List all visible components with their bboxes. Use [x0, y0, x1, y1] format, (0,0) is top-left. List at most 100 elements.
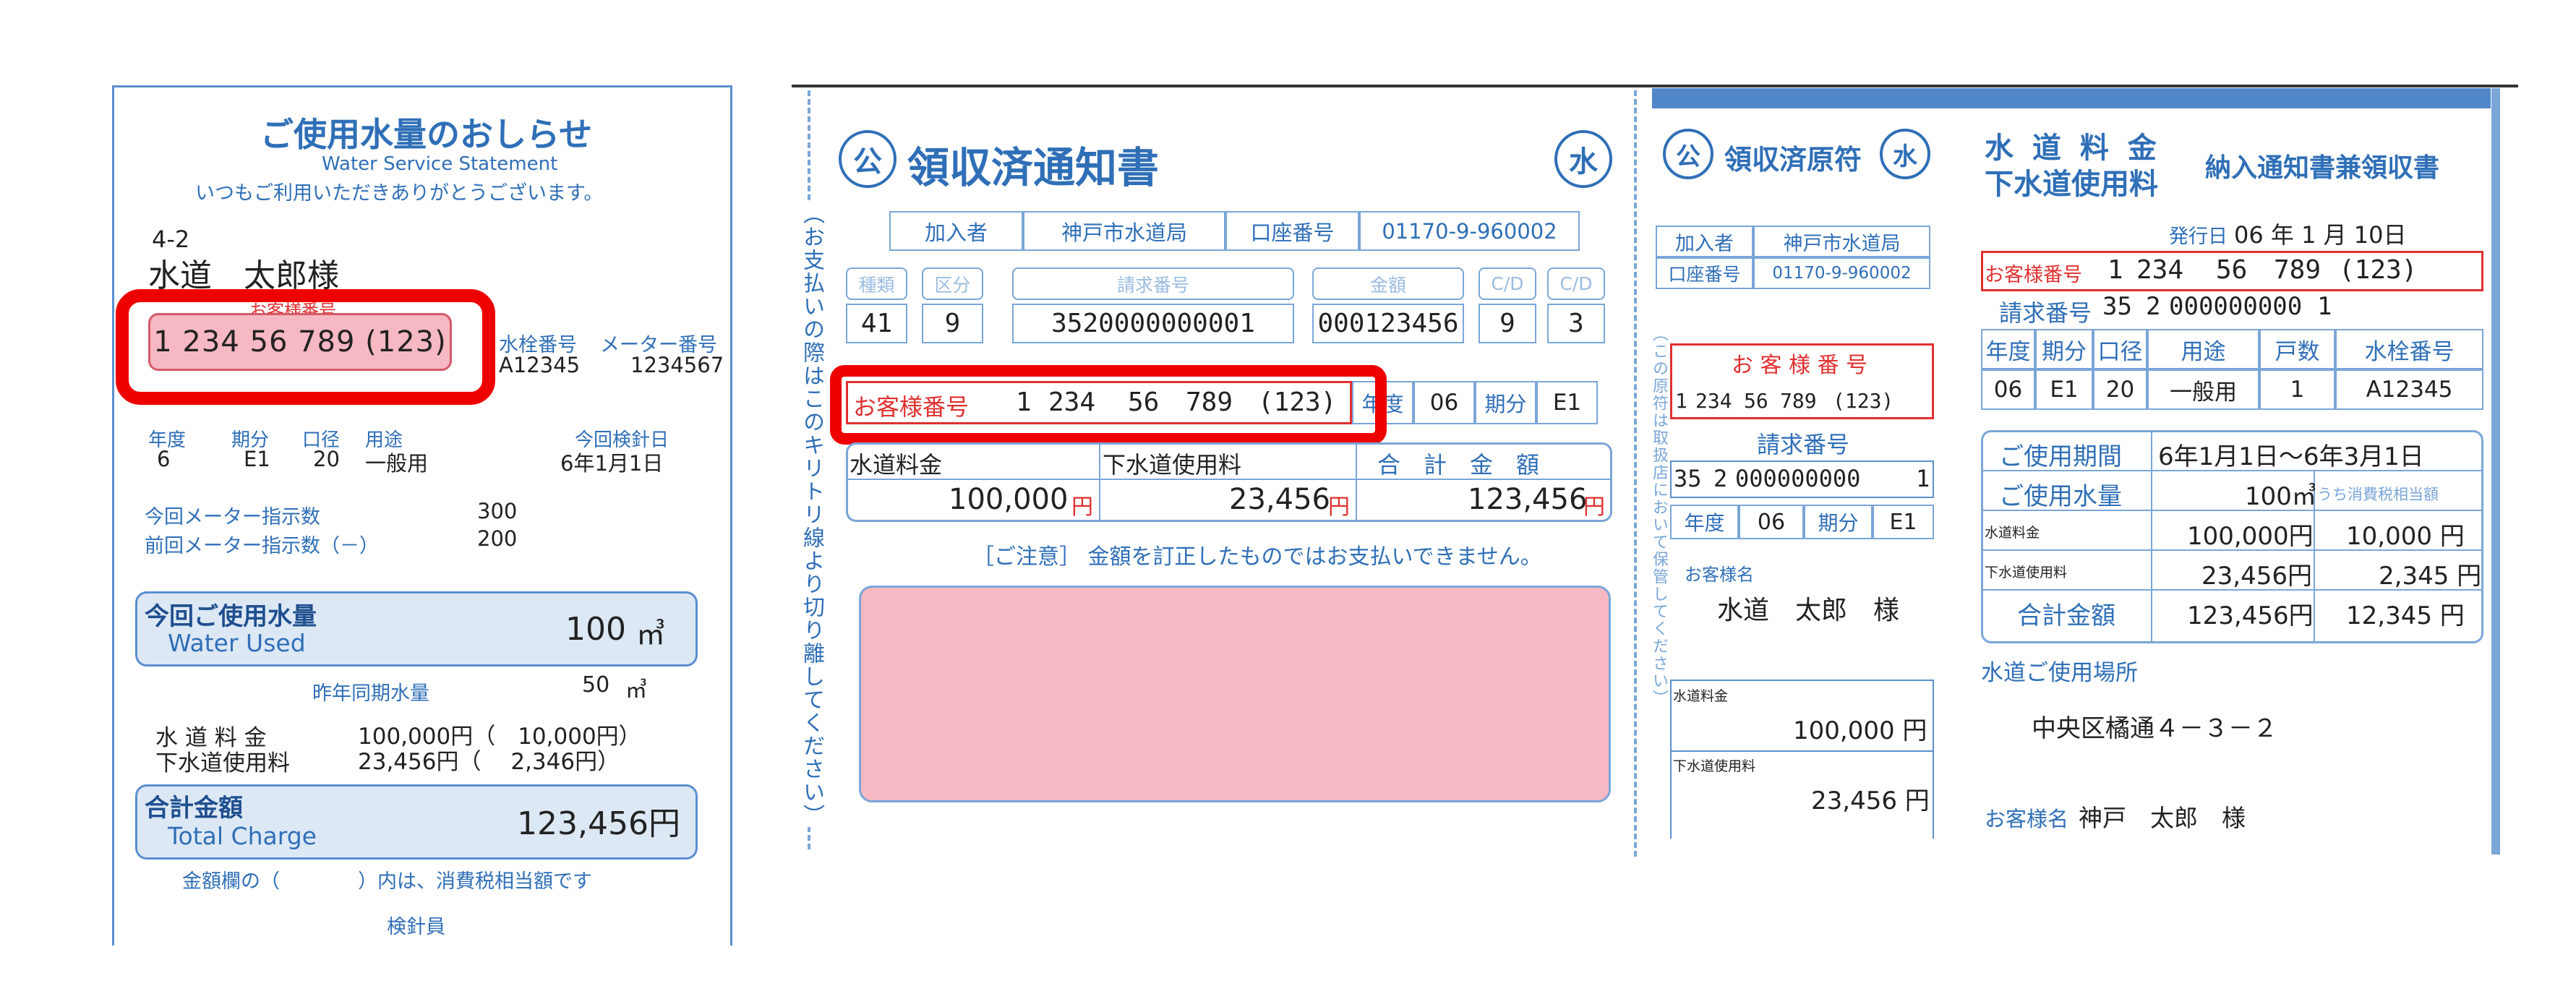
notice-title: ご使用水量のおしらせ	[260, 115, 593, 154]
stub-year-cell: 06	[1739, 505, 1804, 539]
receipt-type: 41	[860, 309, 893, 338]
receipt-water-label: 水道料金	[850, 451, 943, 479]
notice-total-value: 123,456円	[517, 805, 680, 842]
stub-cust-seg-1: 1	[1675, 389, 1687, 413]
receipt-account-label-cell: 口座番号	[1225, 211, 1359, 251]
invoice-used-label: ご使用水量	[1999, 482, 2122, 511]
receipt-title: 領収済通知書	[907, 143, 1160, 192]
receipt-water-yen: 円	[1071, 494, 1093, 520]
notice-lastyear-value: 50	[582, 672, 610, 698]
receipt-sewer-label: 下水道使用料	[1103, 451, 1242, 479]
receipt-col-cd2: C/D	[1547, 267, 1605, 300]
stub-side-instruction: （この原符は取扱店において保管してください）	[1650, 325, 1668, 707]
receipt-account: 01170-9-960002	[1382, 218, 1557, 244]
invoice-water-tax: 10,000 円	[2346, 522, 2465, 551]
notice-inspect-date: 6年1月1日	[560, 451, 664, 476]
notice-prev-meter-label: 前回メーター指示数（－）	[145, 535, 379, 557]
invoice-period-label: ご使用期間	[1999, 442, 2122, 471]
receipt-sewer-yen: 円	[1328, 494, 1350, 520]
receipt-stub-cut-line	[1634, 90, 1637, 857]
receipt-col-type: 種類	[846, 267, 907, 300]
stub-period-label-cell: 期分	[1804, 505, 1873, 539]
invoice-place-label: 水道ご使用場所	[1981, 660, 2138, 686]
receipt-water-value: 100,000	[949, 483, 1069, 516]
receipt-amount: 000123456	[1317, 309, 1459, 338]
receipt-account-cell: 01170-9-960002	[1359, 211, 1580, 251]
invoice-v-period: E1	[2035, 369, 2093, 410]
invoice-title-main: 納入通知書兼領収書	[2205, 153, 2440, 183]
receipt-period-cell: E1	[1536, 381, 1598, 424]
invoice-bill-label: 請求番号	[1999, 299, 2092, 327]
stub-member-label-cell: 加入者	[1656, 226, 1753, 257]
invoice-bill-seg-1: 35	[2102, 292, 2132, 321]
notice-used-unit: ㎥	[636, 618, 665, 651]
notice-subtitle: Water Service Statement	[322, 153, 558, 175]
receipt-col-amount: 金額	[1312, 267, 1464, 300]
invoice-cust-seg-4: 789	[2274, 255, 2322, 285]
stub-cust-seg-3: 56	[1744, 389, 1768, 413]
receipt-top-border	[792, 85, 2518, 87]
receipt-sewer-value: 23,456	[1229, 483, 1330, 516]
highlight-notice-customer-no	[116, 289, 495, 405]
stub-kou-circle: 公	[1663, 129, 1713, 179]
notice-lastyear-label: 昨年同期水量	[312, 682, 429, 705]
receipt-col-cd1: C/D	[1479, 267, 1536, 300]
invoice-sewer: 23,456円	[2201, 562, 2312, 591]
notice-total-en: Total Charge	[168, 822, 317, 850]
stub-cust-seg-5: (123)	[1833, 389, 1894, 413]
stub-water-label: 水道料金	[1673, 688, 1729, 704]
invoice-water-label: 水道料金	[1985, 525, 2040, 541]
receipt-amount-vline1	[1099, 442, 1100, 522]
invoice-v-meter: A12345	[2335, 369, 2483, 410]
receipt-bill: 3520000000001	[1051, 309, 1255, 338]
highlight-receipt-customer-no	[830, 365, 1387, 445]
notice-year: 6	[157, 447, 171, 471]
stub-title: 領収済原符	[1724, 144, 1862, 176]
stub-bill-seg-3: 000000000	[1735, 465, 1861, 492]
receipt-member-label: 加入者	[924, 220, 988, 245]
receipt-total-label: 合 計 金 額	[1377, 451, 1540, 479]
stub-name: 水道 太郎 様	[1717, 596, 1900, 625]
receipt-member-label-cell: 加入者	[889, 211, 1023, 251]
invoice-issue-date: 06 年 1 月 10日	[2234, 221, 2407, 249]
invoice-v-year: 06	[1981, 369, 2035, 410]
notice-cur-meter: 300	[477, 499, 518, 523]
receipt-stamp-area	[859, 586, 1611, 802]
stub-account-label-cell: 口座番号	[1656, 257, 1753, 289]
receipt-kou: 公	[853, 145, 882, 179]
stub-member: 神戸市水道局	[1783, 232, 1901, 255]
receipt-account-label: 口座番号	[1250, 220, 1335, 245]
stub-bill-label: 請求番号	[1757, 431, 1850, 458]
receipt-kubun-cell: 9	[922, 304, 983, 343]
notice-used-label: 今回ご使用水量	[145, 602, 317, 631]
invoice-water: 100,000円	[2187, 522, 2314, 551]
receipt-kubun: 9	[944, 309, 961, 338]
stub-mizu: 水	[1893, 142, 1917, 171]
invoice-bill-seg-2: 2	[2146, 292, 2161, 321]
stub-member-cell: 神戸市水道局	[1753, 226, 1930, 257]
stub-account-cell: 01170-9-960002	[1753, 257, 1930, 289]
receipt-period-label-cell: 期分	[1475, 381, 1536, 424]
invoice-place: 中央区橘通４－３－２	[2032, 714, 2277, 743]
stub-mizu-circle: 水	[1880, 129, 1930, 179]
receipt-amount-vline2	[1356, 442, 1357, 522]
receipt-total-value: 123,456	[1468, 483, 1588, 516]
notice-bore: 20	[313, 447, 340, 471]
invoice-col-line-1	[2151, 430, 2152, 643]
receipt-type-cell: 41	[846, 304, 907, 343]
stub-water-value: 100,000 円	[1793, 716, 1927, 745]
invoice-h-year: 年度	[1981, 329, 2035, 369]
notice-total-label: 合計金額	[145, 794, 243, 823]
invoice-cust-seg-1: 1	[2108, 255, 2123, 285]
invoice-sewer-tax: 2,345 円	[2379, 562, 2482, 591]
stub-account: 01170-9-960002	[1772, 264, 1912, 283]
stub-sewer-value: 23,456 円	[1811, 787, 1930, 815]
receipt-cd2-cell: 3	[1547, 304, 1605, 343]
invoice-total-label: 合計金額	[2017, 601, 2115, 630]
invoice-v-bore: 20	[2093, 369, 2147, 410]
stub-bill-seg-1: 35	[1674, 465, 1702, 492]
receipt-mizu: 水	[1569, 145, 1598, 179]
stub-cust-seg-4: 789	[1780, 389, 1817, 413]
receipt-period: E1	[1552, 390, 1582, 416]
notice-used-value: 100	[565, 611, 626, 648]
